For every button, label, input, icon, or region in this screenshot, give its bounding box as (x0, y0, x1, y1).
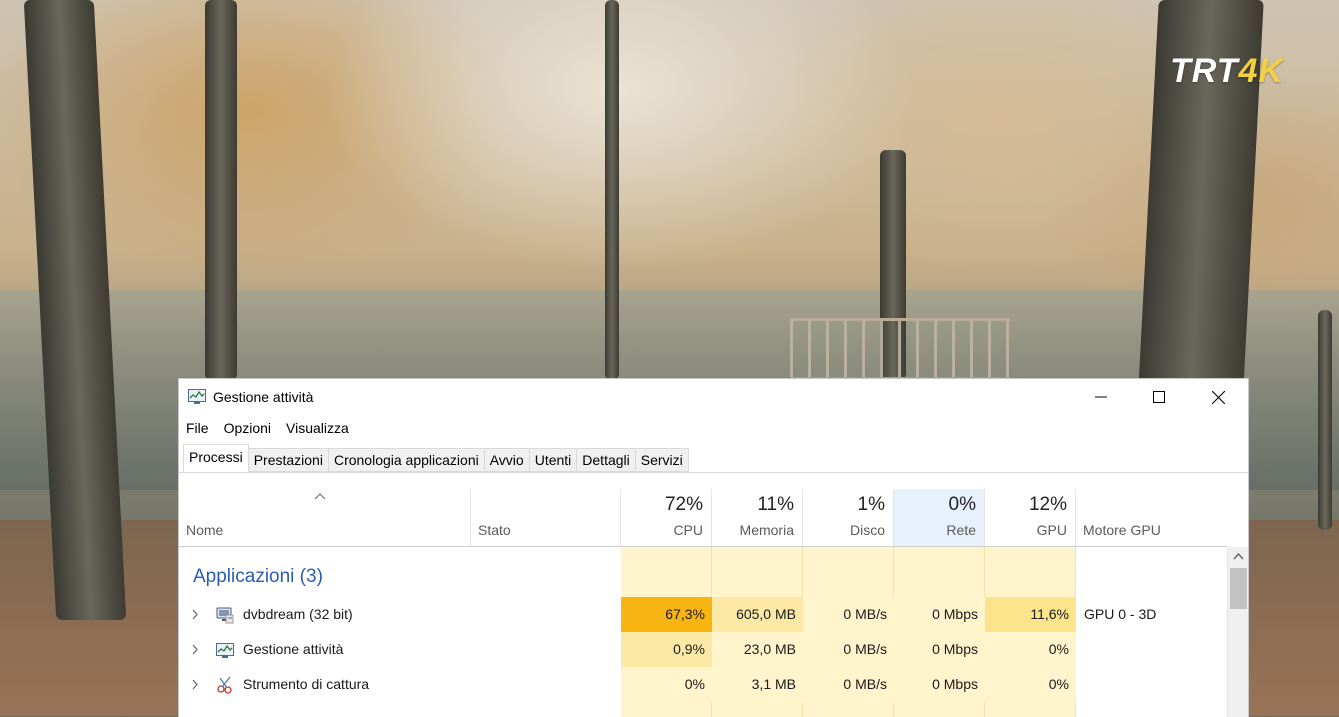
process-row[interactable]: Gestione attività 0,9% 23,0 MB 0 MB/s 0 … (179, 632, 1227, 667)
tab-app-history[interactable]: Cronologia applicazioni (328, 448, 485, 472)
close-icon (1211, 390, 1225, 404)
column-label-network: Rete (946, 522, 976, 538)
task-manager-icon (188, 389, 206, 404)
column-header-gpu[interactable]: 12% GPU (985, 489, 1076, 547)
tab-details[interactable]: Dettagli (577, 448, 636, 472)
disk-cell: 0 MB/s (803, 597, 894, 632)
column-header-memory[interactable]: 11% Memoria (712, 489, 803, 547)
column-label-status: Stato (478, 522, 511, 538)
tree-trunk (205, 0, 237, 380)
dvbdream-icon (216, 607, 234, 624)
disk-cell: 0 MB/s (803, 667, 894, 702)
tab-divider (179, 472, 1248, 473)
process-name: Gestione attività (243, 641, 344, 657)
minimize-icon (1095, 396, 1107, 398)
tab-services[interactable]: Servizi (635, 448, 689, 472)
tab-strip: Processi Prestazioni Cronologia applicaz… (183, 444, 689, 473)
column-label-gpu-engine: Motore GPU (1083, 522, 1161, 538)
process-name: dvbdream (32 bit) (243, 606, 353, 622)
gpu-cell: 0% (985, 667, 1076, 702)
scroll-up-icon[interactable] (1233, 552, 1244, 560)
logo-suffix: 4K (1238, 52, 1284, 90)
minimize-button[interactable] (1072, 379, 1130, 415)
title-bar[interactable]: Gestione attività (179, 379, 1248, 415)
vertical-scrollbar[interactable] (1227, 547, 1248, 717)
process-row[interactable]: Strumento di cattura 0% 3,1 MB 0 MB/s 0 … (179, 667, 1227, 702)
menu-view[interactable]: Visualizza (279, 416, 357, 440)
chevron-right-icon[interactable] (191, 609, 199, 620)
group-apps-title[interactable]: Applicazioni (3) (193, 566, 323, 588)
task-manager-icon (216, 643, 234, 658)
network-cell: 0 Mbps (894, 632, 985, 667)
memory-total-usage: 11% (757, 494, 794, 515)
column-label-name: Nome (186, 522, 224, 538)
cpu-cell: 67,3% (621, 597, 712, 632)
snipping-tool-icon (217, 676, 232, 694)
gpu-engine-cell (1084, 632, 1227, 667)
column-label-memory: Memoria (739, 522, 794, 538)
cpu-cell: 0,9% (621, 632, 712, 667)
column-header-disk[interactable]: 1% Disco (803, 489, 894, 547)
column-header-name[interactable]: Nome (179, 489, 471, 547)
task-manager-window: Gestione attività File Opzioni Visualizz… (178, 378, 1249, 717)
disk-cell: 0 MB/s (803, 632, 894, 667)
column-label-disk: Disco (849, 522, 885, 538)
column-label-gpu: GPU (1036, 522, 1067, 538)
process-row[interactable]: dvbdream (32 bit) 67,3% 605,0 MB 0 MB/s … (179, 597, 1227, 632)
network-cell: 0 Mbps (894, 597, 985, 632)
process-name: Strumento di cattura (243, 676, 370, 692)
cpu-cell: 0% (621, 667, 712, 702)
close-button[interactable] (1189, 379, 1247, 415)
menu-bar: File Opzioni Visualizza (179, 416, 357, 440)
column-header-cpu[interactable]: 72% CPU (621, 489, 712, 547)
chevron-right-icon[interactable] (191, 644, 199, 655)
gpu-cell: 0% (985, 632, 1076, 667)
tree-trunk (605, 0, 619, 380)
cpu-total-usage: 72% (664, 494, 703, 515)
column-label-cpu: CPU (673, 522, 703, 538)
memory-cell: 23,0 MB (712, 632, 803, 667)
tab-performance[interactable]: Prestazioni (248, 448, 329, 472)
gpu-total-usage: 12% (1028, 494, 1067, 515)
tab-users[interactable]: Utenti (529, 448, 578, 472)
gpu-engine-cell: GPU 0 - 3D (1084, 606, 1157, 622)
tree-trunk (1318, 310, 1332, 530)
menu-options[interactable]: Opzioni (217, 416, 279, 440)
logo-text: TRT (1170, 52, 1239, 90)
window-title: Gestione attività (213, 389, 314, 405)
wooden-pier (790, 318, 1010, 380)
tab-processes[interactable]: Processi (183, 444, 249, 473)
tab-startup[interactable]: Avvio (484, 448, 530, 472)
memory-cell: 605,0 MB (712, 597, 803, 632)
maximize-icon (1153, 391, 1165, 403)
maximize-button[interactable] (1130, 379, 1188, 415)
menu-file[interactable]: File (179, 416, 217, 440)
column-header-network[interactable]: 0% Rete (894, 489, 985, 547)
network-cell: 0 Mbps (894, 667, 985, 702)
network-total-usage: 0% (948, 494, 976, 515)
disk-total-usage: 1% (857, 494, 885, 515)
column-header-gpu-engine[interactable]: Motore GPU (1076, 489, 1227, 547)
column-header-status[interactable]: Stato (471, 489, 621, 547)
channel-logo: TRT4K (1170, 52, 1284, 91)
scroll-thumb[interactable] (1230, 568, 1247, 609)
gpu-cell: 11,6% (985, 597, 1076, 632)
chevron-right-icon[interactable] (191, 679, 199, 690)
memory-cell: 3,1 MB (712, 667, 803, 702)
gpu-engine-cell (1084, 667, 1227, 702)
